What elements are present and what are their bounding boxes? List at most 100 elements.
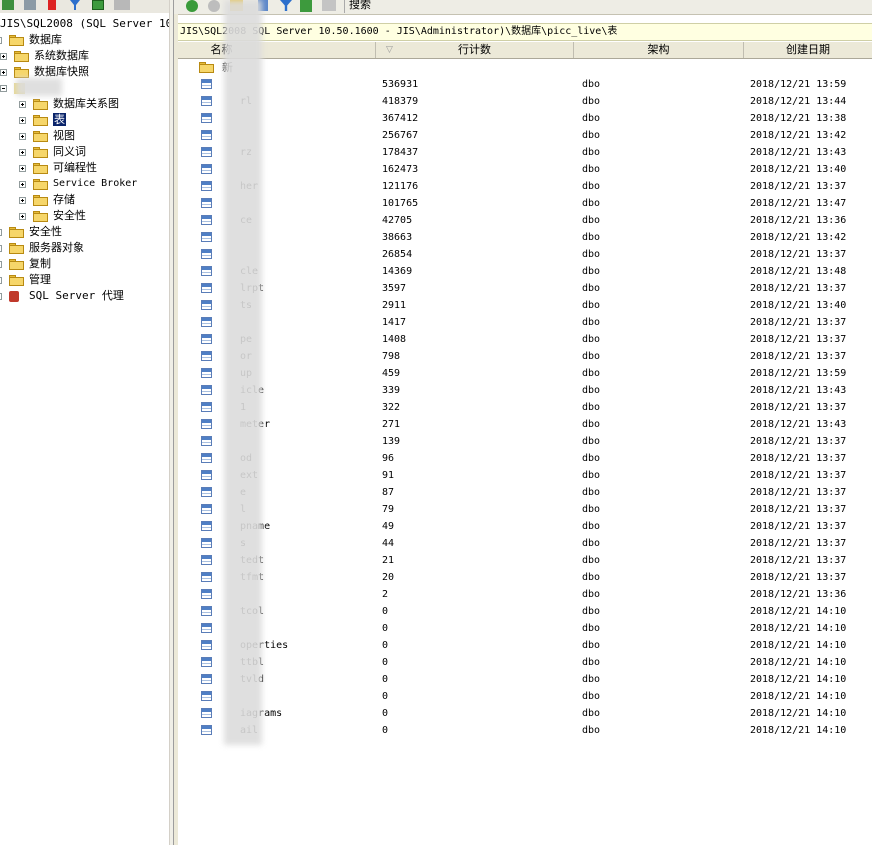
disconnect-icon[interactable]	[24, 0, 36, 10]
table-row[interactable]: iagrams0dbo2018/12/21 14:10	[178, 705, 872, 722]
table-row[interactable]: 256767 dbo 2018/12/21 13:42	[178, 127, 872, 144]
collapse-icon[interactable]	[0, 85, 7, 92]
expand-icon[interactable]	[19, 149, 26, 156]
tree-node-label: SQL Server 代理	[29, 289, 124, 302]
table-row[interactable]: 0 dbo 2018/12/21 14:10	[178, 688, 872, 705]
folder-icon	[33, 163, 48, 174]
summary-icon[interactable]	[114, 0, 130, 10]
table-row[interactable]: lrpt3597dbo2018/12/21 13:37	[178, 280, 872, 297]
tree-node[interactable]: 系统数据库	[0, 48, 168, 64]
table-row[interactable]: l79dbo2018/12/21 13:37	[178, 501, 872, 518]
table-row[interactable]: operties 0 dbo 2018/12/21 14:10	[178, 637, 872, 654]
sort-desc-icon: ▽	[386, 45, 393, 55]
table-row[interactable]: ce42705dbo2018/12/21 13:36	[178, 212, 872, 229]
table-row[interactable]: 536931 dbo 2018/12/21 13:59	[178, 76, 872, 93]
tree-node[interactable]: 存储	[0, 192, 168, 208]
table-row[interactable]: s44dbo2018/12/21 13:37	[178, 535, 872, 552]
column-header-schema[interactable]: 架构	[574, 42, 744, 58]
summary-toolbar: 搜索	[174, 0, 872, 15]
table-row[interactable]: 101765 dbo 2018/12/21 13:47	[178, 195, 872, 212]
table-row[interactable]: rl418379dbo2018/12/21 13:44	[178, 93, 872, 110]
expand-icon[interactable]	[0, 229, 2, 236]
table-row[interactable]: 139 dbo 2018/12/21 13:37	[178, 433, 872, 450]
expand-icon[interactable]	[19, 213, 26, 220]
table-row[interactable]: e87dbo2018/12/21 13:37	[178, 484, 872, 501]
column-header-rows[interactable]: ▽ 行计数	[376, 42, 574, 58]
table-row[interactable]: tvld0dbo2018/12/21 14:10	[178, 671, 872, 688]
expand-icon[interactable]	[0, 53, 7, 60]
expand-icon[interactable]	[19, 165, 26, 172]
server-node[interactable]: JIS\SQL2008 (SQL Server 10.50	[0, 16, 174, 32]
table-row[interactable]: cle14369dbo2018/12/21 13:48	[178, 263, 872, 280]
table-row[interactable]: pe1408dbo2018/12/21 13:37	[178, 331, 872, 348]
expand-icon[interactable]	[19, 101, 26, 108]
column-header-created[interactable]: 创建日期	[744, 42, 872, 58]
tree-node[interactable]: SQL Server 代理	[0, 288, 168, 304]
table-row[interactable]: 162473 dbo 2018/12/21 13:40	[178, 161, 872, 178]
tree-node[interactable]: 复制	[0, 256, 168, 272]
table-row[interactable]: 1417 dbo 2018/12/21 13:37	[178, 314, 872, 331]
tree-node[interactable]: 数据库	[0, 32, 168, 48]
table-row[interactable]: pname49dbo2018/12/21 13:37	[178, 518, 872, 535]
tree-node[interactable]: 视图	[0, 128, 168, 144]
tree-node[interactable]: 服务器对象	[0, 240, 168, 256]
created-date-cell: 2018/12/21 13:59	[750, 368, 847, 379]
back-icon[interactable]	[186, 0, 198, 12]
collapse-icon[interactable]	[0, 37, 2, 44]
tree-node[interactable]: 同义词	[0, 144, 168, 160]
expand-icon[interactable]	[0, 277, 2, 284]
table-row[interactable]: icle339dbo2018/12/21 13:43	[178, 382, 872, 399]
table-row[interactable]: ttbl0dbo2018/12/21 14:10	[178, 654, 872, 671]
expand-icon[interactable]	[19, 197, 26, 204]
table-row[interactable]: ts2911dbo2018/12/21 13:40	[178, 297, 872, 314]
row-count-cell: 121176	[382, 181, 419, 192]
connect-icon[interactable]	[2, 0, 14, 10]
expand-icon[interactable]	[0, 245, 2, 252]
table-row[interactable]: tcol0dbo2018/12/21 14:10	[178, 603, 872, 620]
summary-icon[interactable]	[322, 0, 336, 11]
stop-icon[interactable]	[48, 0, 56, 10]
table-row[interactable]: 0 dbo 2018/12/21 14:10	[178, 620, 872, 637]
row-count-cell: 0	[382, 725, 389, 736]
tree-node[interactable]: 可编程性	[0, 160, 168, 176]
tree-node[interactable]: 表	[0, 112, 168, 128]
table-row[interactable]: od96dbo2018/12/21 13:37	[178, 450, 872, 467]
expand-icon[interactable]	[19, 133, 26, 140]
folder-row[interactable]: 新	[178, 59, 872, 76]
table-row[interactable]: tedt21dbo2018/12/21 13:37	[178, 552, 872, 569]
table-row[interactable]: rz178437dbo2018/12/21 13:43	[178, 144, 872, 161]
schema-cell: dbo	[582, 572, 601, 583]
refresh-icon[interactable]	[92, 0, 104, 10]
filter-icon[interactable]	[70, 0, 80, 10]
forward-icon[interactable]	[208, 0, 220, 12]
expand-icon[interactable]	[19, 181, 26, 188]
column-header-name[interactable]: 名称	[178, 42, 376, 58]
table-row[interactable]: or798dbo2018/12/21 13:37	[178, 348, 872, 365]
tree-node[interactable]: Service Broker	[0, 176, 168, 192]
table-row[interactable]: ext91dbo2018/12/21 13:37	[178, 467, 872, 484]
table-row[interactable]: ail0dbo2018/12/21 14:10	[178, 722, 872, 739]
table-row[interactable]: 38663 dbo 2018/12/21 13:42	[178, 229, 872, 246]
expand-icon[interactable]	[0, 293, 2, 300]
tree-node[interactable]: 数据库关系图	[0, 96, 168, 112]
filter-icon[interactable]	[280, 0, 292, 11]
table-row[interactable]: 1322dbo2018/12/21 13:37	[178, 399, 872, 416]
tree-node[interactable]: 安全性	[0, 224, 168, 240]
table-icon	[201, 521, 212, 531]
expand-icon[interactable]	[0, 261, 2, 268]
table-row[interactable]: 26854 dbo 2018/12/21 13:37	[178, 246, 872, 263]
table-row[interactable]: meter271dbo2018/12/21 13:43	[178, 416, 872, 433]
expand-icon[interactable]	[0, 69, 7, 76]
table-row[interactable]: 2 dbo 2018/12/21 13:36	[178, 586, 872, 603]
expand-icon[interactable]	[19, 117, 26, 124]
table-row[interactable]: 367412 dbo 2018/12/21 13:38	[178, 110, 872, 127]
search-button[interactable]: 搜索	[344, 0, 371, 13]
tree-node[interactable]: 管理	[0, 272, 168, 288]
table-row[interactable]: tfmt20dbo2018/12/21 13:37	[178, 569, 872, 586]
refresh-icon[interactable]	[300, 0, 312, 12]
created-date-cell: 2018/12/21 14:10	[750, 640, 847, 651]
table-row[interactable]: up459dbo2018/12/21 13:59	[178, 365, 872, 382]
tree-node[interactable]: 安全性	[0, 208, 168, 224]
created-date-cell: 2018/12/21 13:37	[750, 555, 847, 566]
table-row[interactable]: her121176dbo2018/12/21 13:37	[178, 178, 872, 195]
